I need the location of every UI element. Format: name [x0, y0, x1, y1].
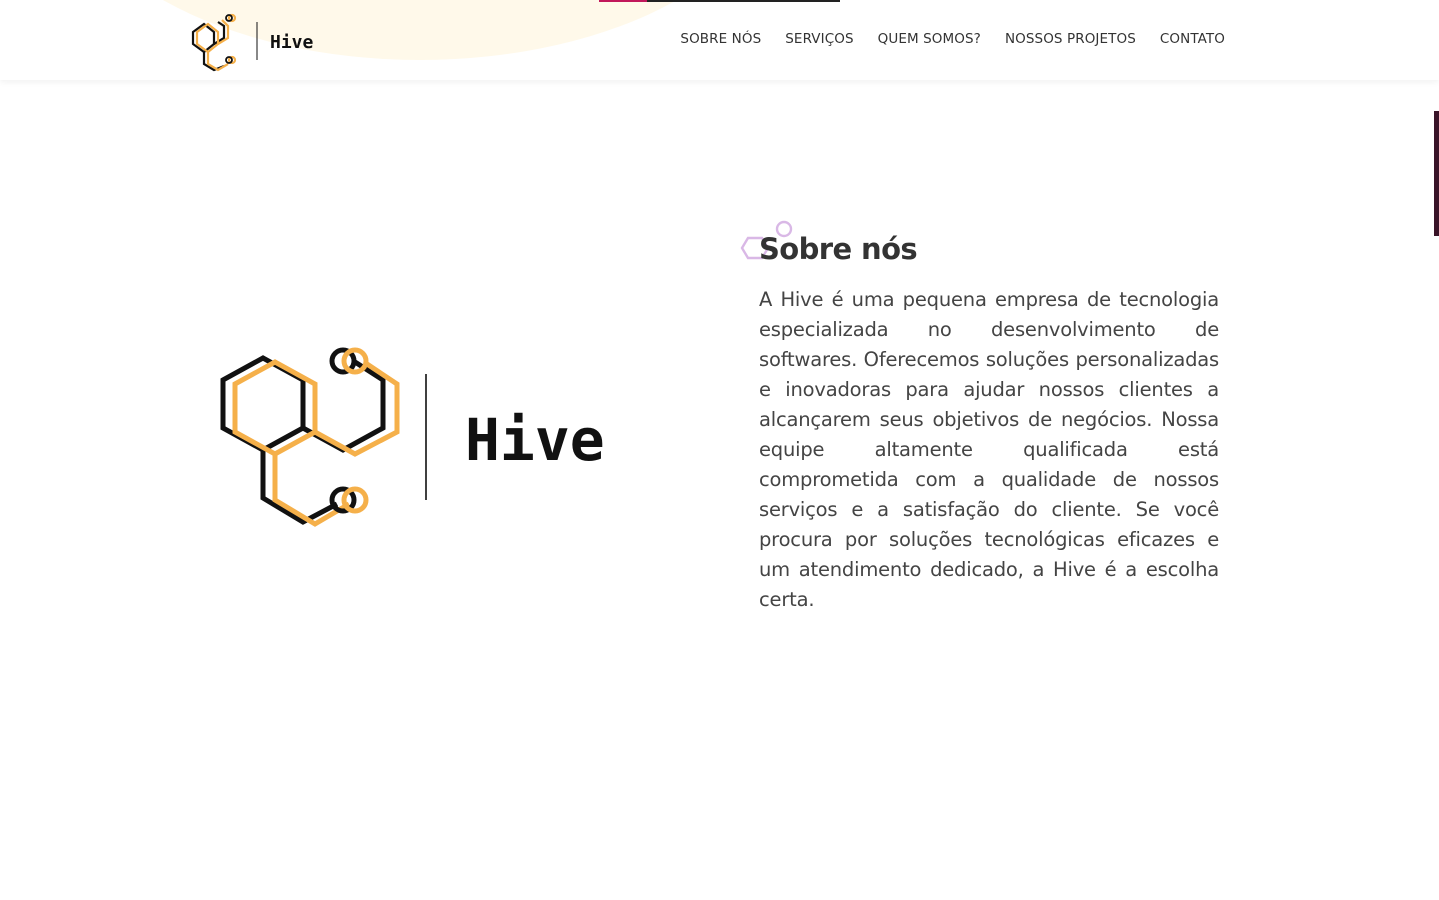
header-logo-wordmark: Hive	[270, 32, 314, 53]
about-title: Sobre nós	[759, 232, 918, 266]
page: Hive SOBRE NÓS SERVIÇOS QUEM SOMOS? NOSS…	[0, 0, 1439, 900]
nav-item-contato[interactable]: CONTATO	[1160, 31, 1225, 47]
nav-item-servicos[interactable]: SERVIÇOS	[785, 31, 853, 47]
about-logo: Hive	[215, 340, 615, 535]
about-description: A Hive é uma pequena empresa de tecnolog…	[759, 288, 1219, 611]
nav-item-quem-somos[interactable]: QUEM SOMOS?	[878, 31, 981, 47]
header-background-glow	[60, 0, 780, 60]
site-header: Hive SOBRE NÓS SERVIÇOS QUEM SOMOS? NOSS…	[0, 0, 1439, 80]
header-logo-link[interactable]: Hive	[190, 10, 320, 72]
scroll-edge-indicator	[1434, 111, 1439, 236]
nav-item-sobre-nos[interactable]: SOBRE NÓS	[680, 31, 761, 47]
nav-item-nossos-projetos[interactable]: NOSSOS PROJETOS	[1005, 31, 1136, 47]
large-logo-wordmark: Hive	[465, 406, 605, 474]
header-top-line-accent	[599, 0, 647, 2]
hive-logo-large-icon: Hive	[220, 347, 605, 527]
hive-logo-icon: Hive	[191, 13, 314, 72]
main-nav: SOBRE NÓS SERVIÇOS QUEM SOMOS? NOSSOS PR…	[680, 31, 1225, 47]
